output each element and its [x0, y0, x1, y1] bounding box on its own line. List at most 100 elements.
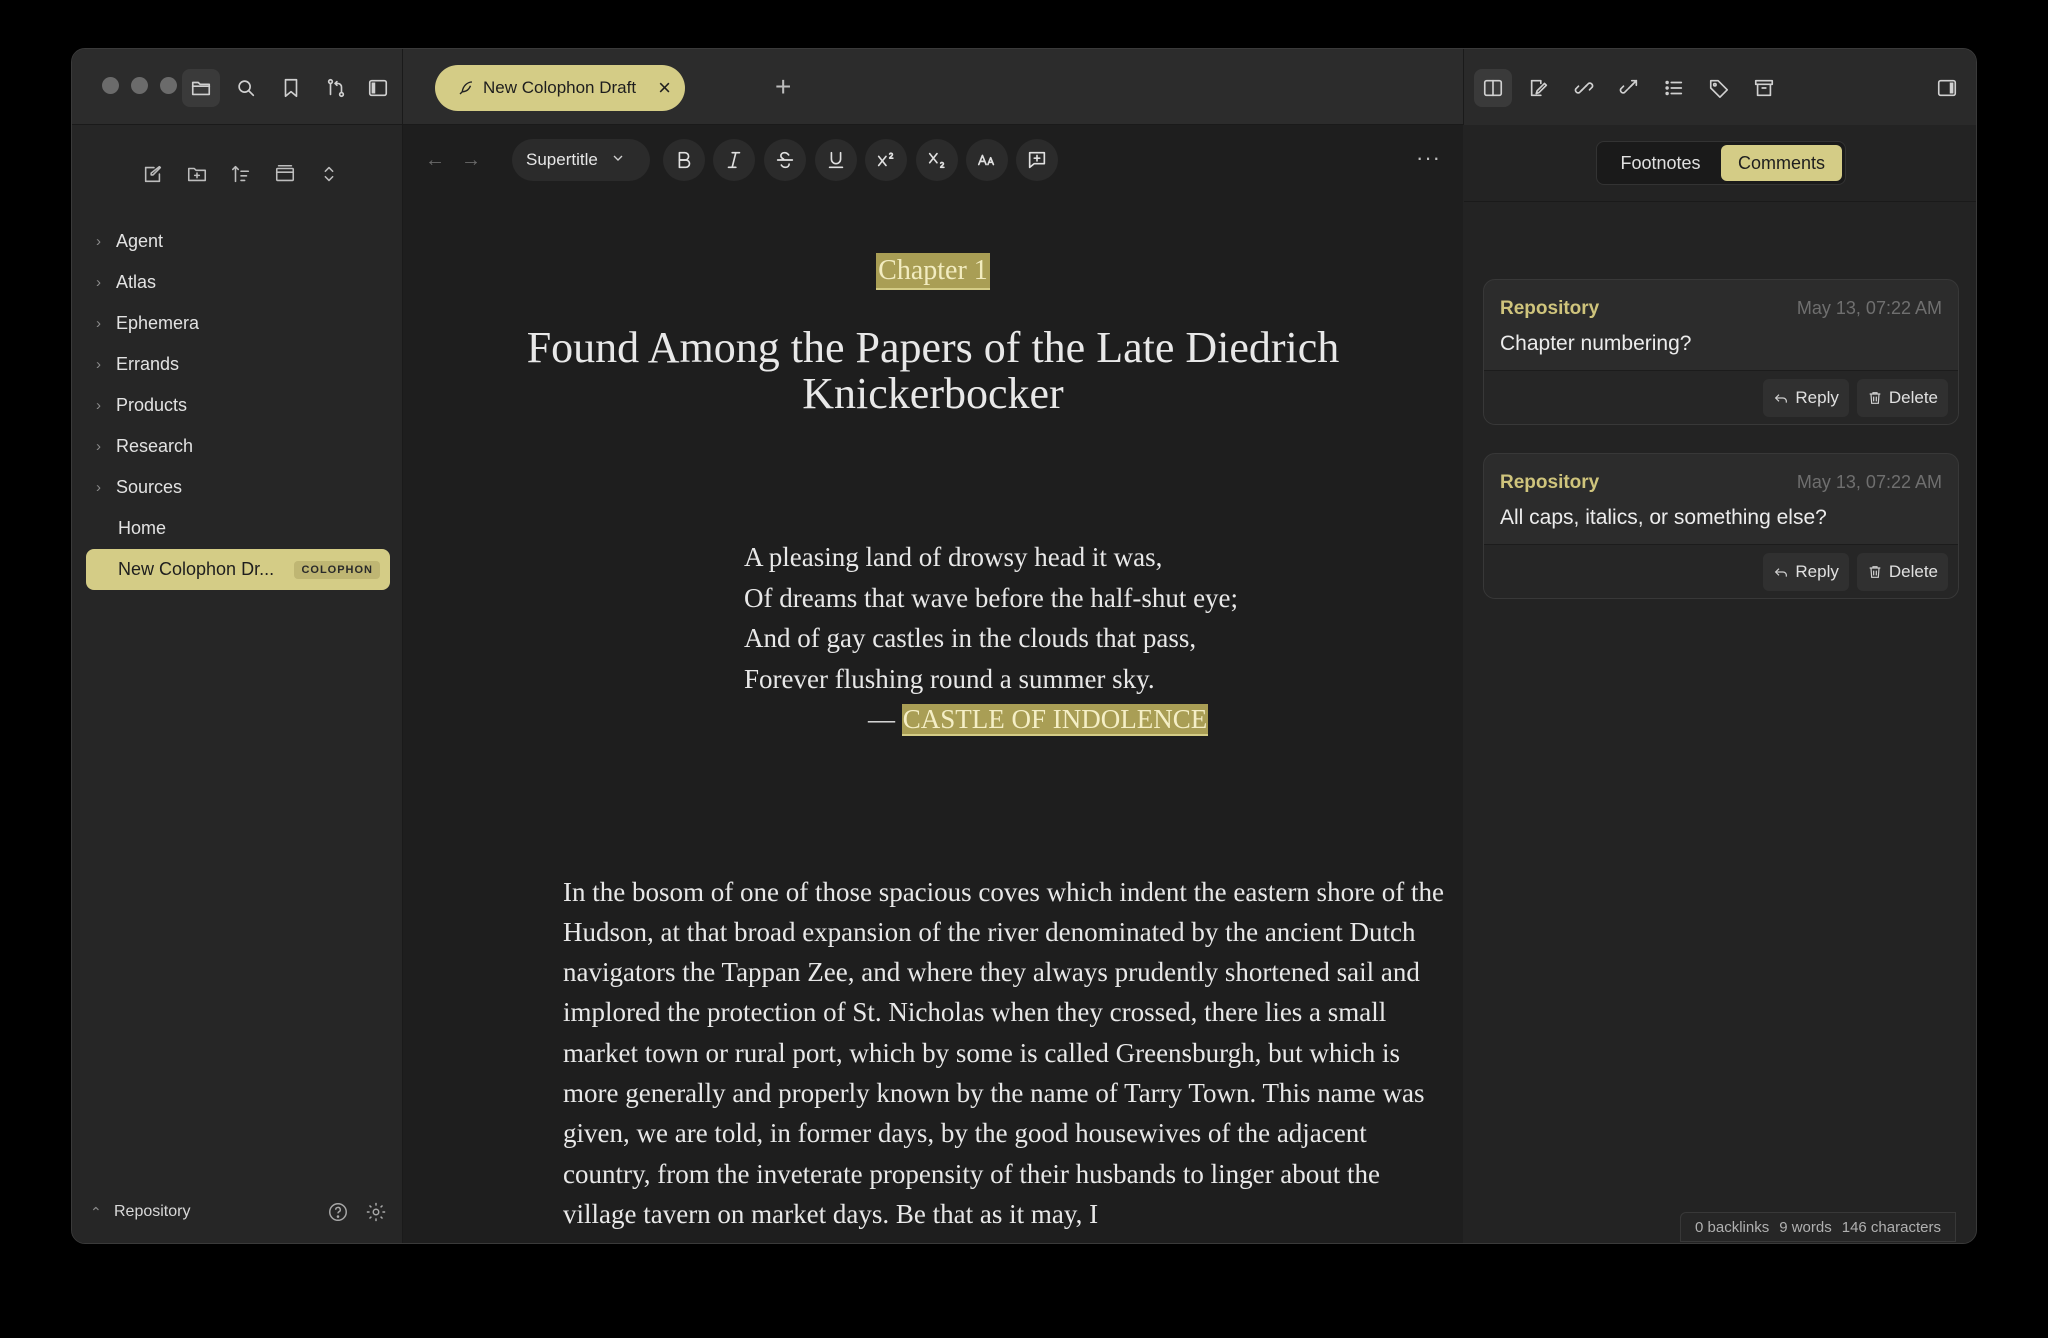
comment-card: Repository May 13, 07:22 AM Chapter numb… [1483, 279, 1959, 425]
word-count: 9 words [1779, 1218, 1832, 1236]
sidebar-toggle-icon[interactable] [359, 69, 397, 107]
zoom-window-button[interactable] [160, 77, 177, 94]
delete-label: Delete [1888, 387, 1938, 407]
app-window: New Colophon Draft × + › Agent › Atlas ›… [71, 48, 1977, 1244]
window-controls [102, 77, 177, 94]
folder-icon[interactable] [182, 69, 220, 107]
divider [1464, 201, 1976, 202]
tree-item-agent[interactable]: › Agent [86, 221, 390, 262]
link-in-icon[interactable] [1565, 69, 1603, 107]
reply-button[interactable]: Reply [1763, 552, 1849, 591]
underline-icon[interactable] [815, 139, 857, 181]
strikethrough-icon[interactable] [764, 139, 806, 181]
comment-date: May 13, 07:22 AM [1796, 298, 1942, 318]
title-bar: New Colophon Draft × + [72, 49, 1976, 125]
subscript-icon[interactable] [916, 139, 958, 181]
tree-item-label: Research [116, 436, 194, 456]
delete-button[interactable]: Delete [1856, 552, 1948, 591]
git-branch-icon[interactable] [317, 69, 355, 107]
trash-icon [1869, 565, 1881, 578]
sidebar-footer: ⌃ Repository [90, 1197, 390, 1227]
right-sidebar-toggle-icon[interactable] [1928, 69, 1966, 107]
tree-item-label: Atlas [116, 272, 157, 292]
tree-item-ephemera[interactable]: › Ephemera [86, 303, 390, 344]
epigraph-line: Of dreams that wave before the half-shut… [744, 582, 1239, 613]
tag-icon[interactable] [1700, 69, 1738, 107]
epigraph-line: Forever flushing round a summer sky. [744, 663, 1155, 694]
back-arrow-icon[interactable]: ← [425, 149, 445, 172]
chevron-down-icon [610, 150, 626, 171]
sort-icon[interactable] [222, 155, 260, 193]
minimize-window-button[interactable] [131, 77, 148, 94]
format-toolbar: ← → Supertitle ··· [403, 139, 1463, 187]
editor-pane: ← → Supertitle ··· Chapter 1 Found Among… [403, 125, 1463, 1243]
settings-gear-icon[interactable] [362, 1198, 390, 1226]
expand-collapse-icon[interactable] [310, 155, 348, 193]
delete-button[interactable]: Delete [1856, 378, 1948, 417]
body-paragraph[interactable]: In the bosom of one of those spacious co… [563, 872, 1453, 1235]
italic-icon[interactable] [713, 139, 755, 181]
close-window-button[interactable] [102, 77, 119, 94]
tab-footnotes[interactable]: Footnotes [1600, 145, 1721, 181]
vault-name[interactable]: Repository [114, 1203, 314, 1221]
tree-item-new-colophon-draft[interactable]: New Colophon Dr... COLOPHON [86, 549, 390, 590]
sidebar-toolbar [134, 155, 348, 193]
tree-item-label: Sources [116, 477, 183, 497]
feather-pen-icon [457, 79, 475, 97]
superscript-icon[interactable] [865, 139, 907, 181]
forward-arrow-icon[interactable]: → [461, 149, 481, 172]
epigraph-attribution: — CASTLE OF INDOLENCE [868, 699, 1463, 740]
tree-item-home[interactable]: Home [86, 508, 390, 549]
tree-item-atlas[interactable]: › Atlas [86, 262, 390, 303]
vault-switcher-icon[interactable]: ⌃ [90, 1204, 114, 1221]
panel-segmented-control: Footnotes Comments [1596, 141, 1846, 185]
archive-icon[interactable] [1745, 69, 1783, 107]
backlinks-count[interactable]: 0 backlinks [1695, 1219, 1769, 1236]
reply-label: Reply [1795, 387, 1839, 407]
bold-icon[interactable] [663, 139, 705, 181]
outline-list-icon[interactable] [1655, 69, 1693, 107]
epigraph-line: And of gay castles in the clouds that pa… [744, 623, 1197, 653]
tree-item-sources[interactable]: › Sources [86, 467, 390, 508]
tree-item-products[interactable]: › Products [86, 385, 390, 426]
file-tree: › Agent › Atlas › Ephemera › Errands › P… [86, 221, 390, 590]
edit-note-icon[interactable] [1520, 69, 1558, 107]
divider [402, 49, 403, 125]
chapter-heading[interactable]: Chapter 1 [403, 253, 1463, 290]
tree-item-label: Errands [116, 354, 180, 374]
paragraph-style-select[interactable]: Supertitle [512, 139, 650, 181]
close-tab-icon[interactable]: × [658, 77, 671, 99]
link-out-icon[interactable] [1610, 69, 1648, 107]
comments-panel: Footnotes Comments Repository May 13, 07… [1464, 125, 1976, 1243]
chevron-right-icon: › [96, 438, 101, 455]
tree-item-label: Agent [116, 231, 164, 251]
document-body[interactable]: Chapter 1 Found Among the Papers of the … [403, 215, 1463, 1234]
search-icon[interactable] [227, 69, 265, 107]
tab-new-colophon-draft[interactable]: New Colophon Draft × [435, 65, 685, 111]
split-view-icon[interactable] [1474, 69, 1512, 107]
new-tab-button[interactable]: + [775, 71, 791, 103]
divider [1463, 49, 1464, 125]
comment-date: May 13, 07:22 AM [1796, 472, 1942, 492]
tab-comments[interactable]: Comments [1721, 145, 1842, 181]
nav-arrows: ← → [425, 149, 481, 172]
reply-button[interactable]: Reply [1763, 378, 1849, 417]
tree-item-errands[interactable]: › Errands [86, 344, 390, 385]
style-select-value: Supertitle [526, 150, 598, 169]
tree-item-label: New Colophon Dr... [118, 559, 275, 579]
chevron-right-icon: › [96, 233, 101, 250]
bookmark-icon[interactable] [272, 69, 310, 107]
comment-card: Repository May 13, 07:22 AM All caps, it… [1483, 453, 1959, 599]
new-folder-icon[interactable] [178, 155, 216, 193]
epigraph[interactable]: A pleasing land of drowsy head it was, O… [744, 537, 1463, 740]
highlighted-chapter-label[interactable]: Chapter 1 [876, 253, 990, 290]
tree-item-research[interactable]: › Research [86, 426, 390, 467]
highlighted-attribution[interactable]: CASTLE OF INDOLENCE [901, 704, 1209, 736]
small-caps-icon[interactable] [966, 139, 1008, 181]
help-icon[interactable] [324, 1198, 352, 1226]
add-comment-icon[interactable] [1016, 139, 1058, 181]
more-options-icon[interactable]: ··· [1416, 145, 1441, 171]
collapse-view-icon[interactable] [266, 155, 304, 193]
new-note-icon[interactable] [134, 155, 172, 193]
document-title[interactable]: Found Among the Papers of the Late Diedr… [503, 325, 1363, 417]
